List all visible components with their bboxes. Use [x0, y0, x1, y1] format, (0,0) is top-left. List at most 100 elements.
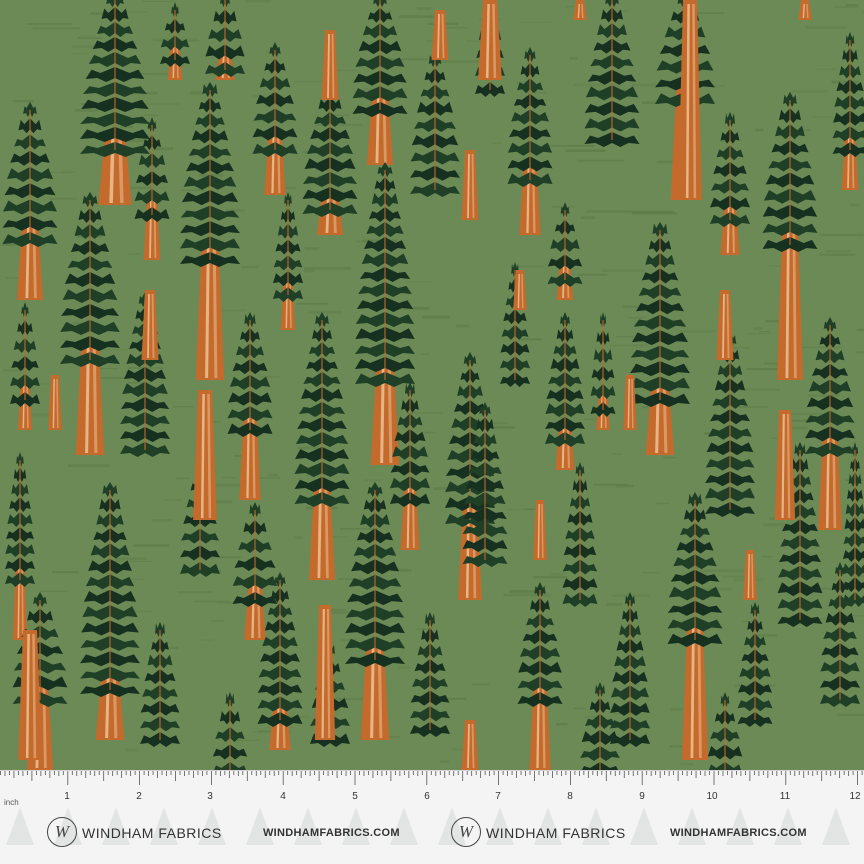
ruler-number: 4 [280, 791, 286, 802]
fabric-texture [52, 571, 79, 574]
trunk-highlight [207, 393, 212, 519]
fabric-texture [234, 739, 261, 741]
trunk-highlight [441, 13, 445, 59]
fabric-texture [210, 620, 224, 622]
trunk-highlight [437, 13, 440, 59]
fabric-texture [740, 388, 780, 391]
ghost-tree [390, 807, 418, 845]
trunk-highlight [537, 503, 540, 559]
fabric-texture [296, 302, 328, 305]
fabric-texture [518, 338, 542, 341]
fabric-texture [762, 555, 773, 558]
trunk-highlight [26, 383, 29, 429]
fabric-texture [433, 487, 447, 490]
fabric-texture [626, 210, 674, 213]
ruler-number: 9 [639, 791, 645, 802]
fabric-texture [127, 253, 140, 256]
trunk-highlight [541, 503, 544, 559]
windham-logo-icon: W [451, 817, 481, 847]
fabric-texture [753, 327, 763, 330]
fabric-texture [198, 639, 214, 641]
trunk-highlight [566, 423, 570, 469]
trunk-highlight [786, 413, 791, 519]
fabric-texture [177, 591, 212, 594]
trunk-highlight [726, 293, 730, 359]
fabric-texture [855, 351, 864, 354]
fabric-texture [679, 330, 716, 333]
trunk-highlight [277, 133, 281, 194]
fabric-texture [606, 602, 623, 606]
fabric-texture [565, 149, 606, 152]
fabric-texture [755, 128, 764, 132]
trunk-highlight [722, 293, 725, 359]
pine-tree-pattern [0, 0, 864, 770]
fabric-texture [151, 519, 172, 522]
ghost-tree [294, 807, 322, 845]
trunk-highlight [785, 228, 790, 379]
fabric-texture [308, 310, 343, 314]
fabric-texture [555, 723, 568, 726]
fabric-texture [523, 508, 537, 511]
fabric-texture [241, 265, 259, 269]
ghost-tree [678, 807, 706, 845]
trunk-highlight [56, 378, 59, 429]
fabric-texture [593, 483, 629, 486]
trunk-highlight [257, 583, 261, 639]
fabric-texture [586, 210, 627, 213]
trunk-highlight [151, 293, 155, 359]
fabric-texture [601, 269, 645, 272]
fabric-texture [813, 116, 833, 118]
trunk-highlight [581, 3, 584, 19]
trunk-highlight [276, 703, 280, 749]
fabric-texture [133, 544, 170, 547]
trunk-highlight [747, 553, 750, 599]
fabric-texture [115, 557, 148, 561]
trunk-highlight [327, 33, 330, 99]
fabric-texture [655, 502, 670, 505]
trunk-highlight [577, 3, 580, 19]
fabric-texture [550, 573, 565, 576]
fabric-texture [259, 376, 280, 378]
trunk-highlight [52, 378, 55, 429]
fabric-texture [75, 109, 99, 112]
fabric-texture [808, 394, 840, 397]
ghost-tree [726, 807, 754, 845]
fabric-texture [670, 708, 683, 711]
trunk-highlight [806, 3, 809, 19]
fabric-texture [294, 536, 303, 539]
ghost-tree [630, 807, 658, 845]
fabric-texture [791, 90, 828, 93]
fabric-texture [849, 203, 861, 207]
trunk-highlight [692, 3, 697, 199]
trunk-highlight [321, 608, 325, 739]
trunk-highlight [485, 3, 490, 79]
fabric-texture [611, 453, 623, 455]
fabric-texture [422, 315, 450, 319]
fabric-texture [176, 477, 189, 480]
trunk-highlight [467, 723, 470, 769]
trunk-highlight [492, 3, 497, 79]
fabric-texture [814, 68, 837, 70]
trunk-highlight [112, 673, 118, 739]
trunk-highlight [326, 608, 331, 739]
fabric-texture [221, 477, 236, 479]
trunk-highlight [781, 413, 785, 519]
trunk-highlight [802, 3, 805, 19]
fabric-texture [163, 499, 183, 501]
trunk-highlight [851, 133, 855, 189]
fabric-texture [109, 560, 152, 562]
ghost-tree [774, 807, 802, 845]
fabric-texture [856, 328, 864, 332]
trunk-highlight [285, 278, 288, 329]
ghost-tree [822, 807, 850, 845]
fabric-texture [834, 6, 859, 9]
trunk-highlight [517, 273, 520, 309]
trunk-highlight [467, 153, 470, 219]
fabric-texture [420, 353, 429, 356]
trunk-highlight [685, 3, 690, 199]
fabric-texture [574, 83, 621, 87]
windham-logo-icon: W [47, 817, 77, 847]
ruler-number: 6 [424, 791, 430, 802]
fabric-texture [444, 27, 469, 29]
fabric-texture [805, 26, 847, 29]
